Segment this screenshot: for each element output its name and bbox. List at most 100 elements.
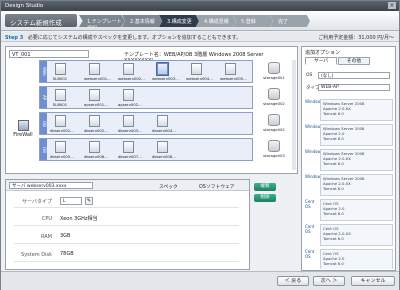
wizard-step: 4.構成見積	[196, 15, 236, 27]
option-line: Tomcat 6.0	[323, 136, 344, 141]
option-stack: Windows Server 2008 Apache 2.0 Tomcat 6.0	[320, 124, 393, 146]
spec-row: System Disk 78GB	[14, 248, 239, 262]
title-bar: Design Studio ×	[1, 1, 399, 11]
type-filter: タイプ WEB-AP	[306, 84, 390, 91]
server-label: dbserv005...	[50, 154, 74, 159]
server-icon	[54, 115, 66, 127]
option-os-name: Windows	[305, 174, 323, 179]
tier-web: Web SLB001 webserv001... webserv002... webse…	[39, 60, 253, 83]
option-item[interactable]: Cent OS Cent OS Apache 2.0 Tomcat 6.0	[305, 199, 393, 221]
server-node[interactable]: webserv005...	[220, 63, 247, 81]
os-select[interactable]: (なし)	[318, 72, 390, 79]
storage-node[interactable]: storage002	[255, 86, 293, 109]
server-node[interactable]: dbserv005...	[50, 141, 74, 159]
tab-os-software[interactable]: OSソフトウェア	[196, 182, 238, 191]
server-icon	[122, 89, 134, 101]
tab-spec[interactable]: スペック	[156, 182, 181, 191]
diagram-scrollbar[interactable]	[292, 60, 296, 170]
spec-label: CPU	[41, 216, 52, 222]
server-label: dbserv007...	[118, 154, 142, 159]
storage-node[interactable]: storage003	[255, 138, 293, 161]
copy-button[interactable]: 複製	[254, 183, 276, 191]
step-description-bar: Step 3 必要に応じてシステムの構成やスペックを変更します。オプションを追加…	[1, 32, 399, 42]
server-label: dbserv001...	[50, 128, 74, 133]
firewall-label: FireWall	[13, 132, 33, 138]
delete-button[interactable]: 削除	[254, 194, 276, 202]
app-title: システム新規作成	[5, 14, 77, 27]
server-node[interactable]: dbserv001...	[50, 115, 74, 133]
server-node[interactable]: dbserv004...	[152, 115, 176, 133]
option-item[interactable]: Windows Windows Server 2008 Apache 2.0 Tomc…	[305, 124, 393, 146]
wizard-step: 1.テンプレート選択	[79, 15, 125, 27]
server-icon	[156, 141, 168, 153]
app-window: Design Studio × システム新規作成 1.テンプレート選択 2.基本情…	[0, 0, 400, 290]
server-icon	[122, 141, 134, 153]
tab-other[interactable]: その他	[338, 57, 370, 65]
wizard-step: 2.基本情報	[122, 15, 162, 27]
system-id-field[interactable]: VT_001	[9, 50, 89, 58]
option-item[interactable]: Windows Windows Server 2008 Apache 2.0.XX T…	[305, 149, 393, 171]
server-node[interactable]: SLB001	[50, 63, 70, 81]
step-description: 必要に応じてシステムの構成やスペックを変更します。オプションを追加することもでき…	[27, 35, 242, 41]
server-node[interactable]: webserv002...	[118, 63, 145, 81]
server-icon	[88, 63, 100, 75]
firewall-node[interactable]: FireWall	[9, 120, 37, 138]
storage-label: storage001	[263, 75, 285, 80]
server-node[interactable]: apserv001...	[84, 89, 108, 107]
storage-icon	[268, 140, 280, 152]
storage-node[interactable]: storage001	[255, 60, 293, 83]
server-node[interactable]: dbserv008...	[152, 141, 176, 159]
spec-label: System Disk	[21, 252, 52, 258]
server-node[interactable]: dbserv007...	[118, 141, 142, 159]
storage-node[interactable]: storage002	[255, 112, 293, 135]
server-icon	[88, 141, 100, 153]
server-icon	[54, 141, 66, 153]
server-icon	[54, 89, 66, 101]
server-icon	[156, 115, 168, 127]
server-icon	[122, 63, 134, 75]
server-label: dbserv008...	[152, 154, 176, 159]
server-label: webserv002...	[118, 76, 145, 81]
host-field-label: サーバ	[12, 184, 26, 189]
type-select[interactable]: WEB-AP	[318, 84, 390, 91]
tab-server[interactable]: サーバ	[305, 57, 337, 65]
option-item[interactable]: Windows Windows Server 2008 Apache 2.0.XX T…	[305, 174, 393, 196]
cancel-button[interactable]: キャンセル	[351, 276, 395, 286]
host-name-field[interactable]: サーバ webserv003.xxxx	[9, 182, 93, 189]
server-node[interactable]: dbserv002...	[84, 115, 108, 133]
wizard-step: 3.構成変更	[159, 15, 199, 27]
config-toolbar: VT_001 テンプレート名：WEB/AP/DB 3階層 Windows 200…	[9, 50, 295, 64]
server-type-select[interactable]: L	[60, 197, 82, 205]
option-line: Tomcat 6.0	[323, 111, 344, 116]
detail-tabs: サーバ webserv003.xxxx スペック OSソフトウェア	[6, 180, 249, 191]
close-icon[interactable]: ×	[388, 2, 396, 9]
spec-row: CPU Xeon 3GHz相当	[14, 212, 239, 226]
wizard-step: 5.登録	[233, 15, 273, 27]
back-button[interactable]: ＜ 戻る	[277, 276, 309, 286]
storage-label: storage003	[263, 153, 285, 158]
storage-icon	[268, 88, 280, 100]
server-label: dbserv004...	[152, 128, 176, 133]
server-label: webserv004...	[186, 76, 213, 81]
server-node[interactable]: dbserv003...	[118, 115, 142, 133]
spec-value: Xeon 3GHz相当	[60, 216, 98, 222]
server-node[interactable]: SLB001	[50, 89, 70, 107]
server-node[interactable]: dbserv006...	[84, 141, 108, 159]
server-node[interactable]: webserv004...	[186, 63, 213, 81]
edit-icon[interactable]: ✎	[85, 197, 93, 205]
next-button[interactable]: 次へ ＞	[313, 276, 345, 286]
option-os-name: Cent OS	[305, 249, 315, 259]
add-option-title: 追加オプション	[305, 50, 341, 56]
server-label: apserv002...	[118, 102, 142, 107]
server-node[interactable]: webserv001...	[84, 63, 111, 81]
option-item[interactable]: Windows Windows Server 2008 Apache 2.0.XX T…	[305, 99, 393, 121]
option-item[interactable]: Cent OS Cent OS Apache 2.0.XX Tomcat 6.0	[305, 224, 393, 246]
spec-row: RAM 3GB	[14, 230, 239, 244]
option-stack: Cent OS Apache 2.0.XX Tomcat 6.0	[320, 224, 393, 246]
option-item[interactable]: Cent OS Cent OS Apache 2.0 Tomcat 6.0	[305, 249, 393, 269]
server-node[interactable]: webserv003...	[152, 62, 179, 81]
option-os-name: Windows	[305, 149, 323, 154]
tier-db: DB dbserv001... dbserv002... dbserv003... db…	[39, 112, 253, 135]
tier-label: Web	[40, 61, 47, 82]
server-node[interactable]: apserv002...	[118, 89, 142, 107]
